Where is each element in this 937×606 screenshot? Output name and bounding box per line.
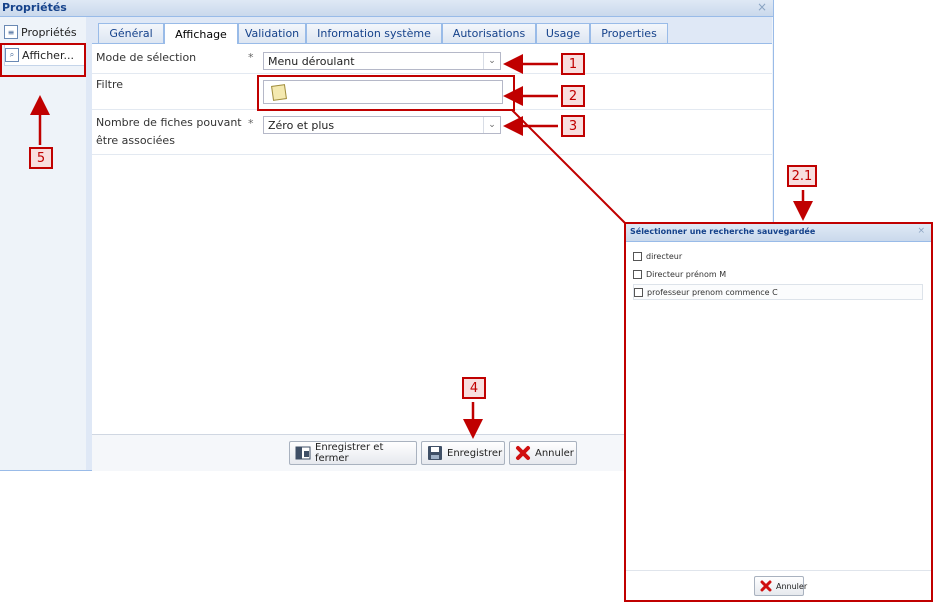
callout-3: 3 [561, 115, 585, 137]
annotation-arrows [30, 54, 813, 439]
callout-2-1: 2.1 [787, 165, 817, 187]
callout-5: 5 [29, 147, 53, 169]
callout-2: 2 [561, 85, 585, 107]
callout-4: 4 [462, 377, 486, 399]
callout-1: 1 [561, 53, 585, 75]
